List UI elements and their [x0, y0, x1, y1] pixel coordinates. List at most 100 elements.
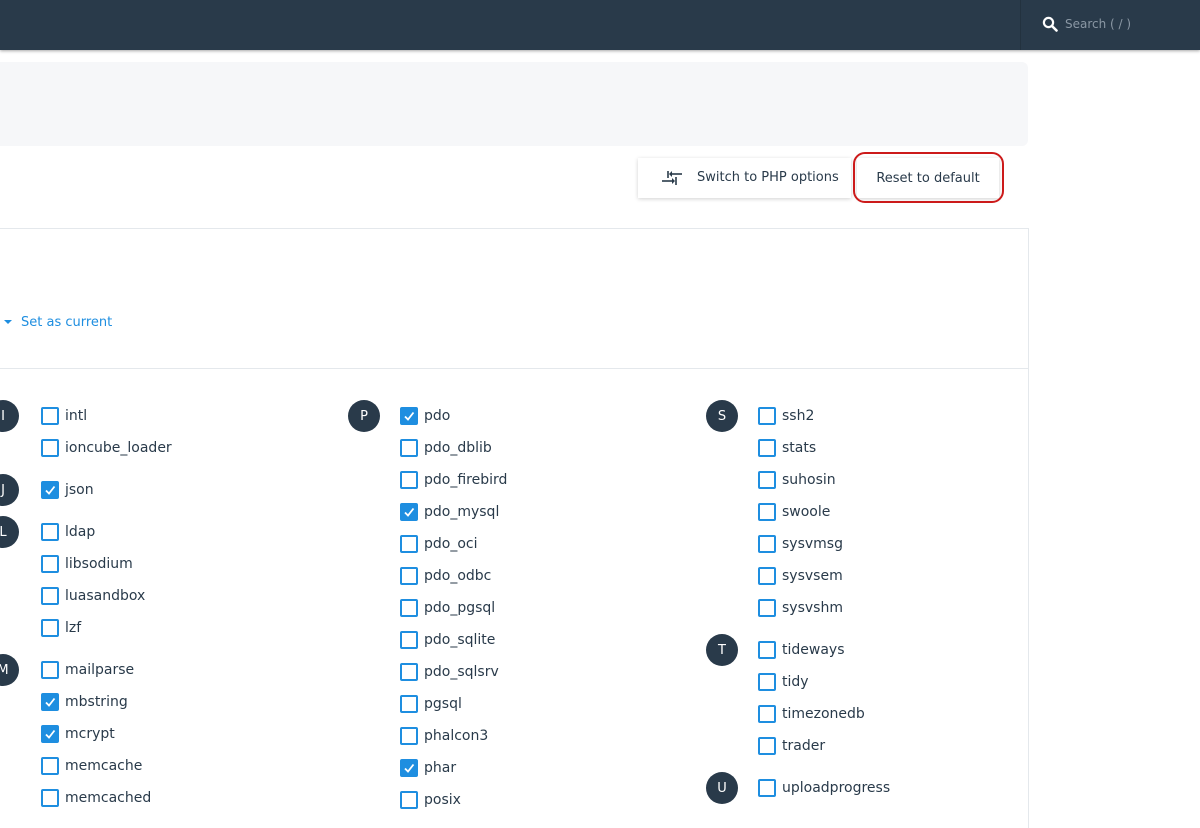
extension-suhosin[interactable]: suhosin [758, 471, 836, 489]
checkbox[interactable] [400, 791, 418, 809]
extension-stats[interactable]: stats [758, 439, 816, 457]
extension-label: pdo_oci [424, 536, 478, 552]
checkbox[interactable] [41, 587, 59, 605]
extension-ioncube-loader[interactable]: ioncube_loader [41, 439, 172, 457]
extension-pdo-firebird[interactable]: pdo_firebird [400, 471, 507, 489]
checkbox[interactable] [758, 673, 776, 691]
extension-label: pgsql [424, 696, 462, 712]
checkbox[interactable] [41, 439, 59, 457]
checkbox[interactable] [758, 779, 776, 797]
extension-label: luasandbox [65, 588, 146, 604]
extension-label: trader [782, 738, 826, 754]
extension-label: stats [782, 440, 817, 456]
extension-tideways[interactable]: tideways [758, 641, 845, 659]
extension-tidy[interactable]: tidy [758, 673, 809, 691]
panel-divider [0, 368, 1029, 369]
extension-sysvshm[interactable]: sysvshm [758, 599, 843, 617]
checkbox[interactable] [41, 661, 59, 679]
extension-mailparse[interactable]: mailparse [41, 661, 134, 679]
extension-pdo-dblib[interactable]: pdo_dblib [400, 439, 492, 457]
set-as-current-link[interactable]: Set as current [4, 313, 112, 331]
checkbox[interactable] [758, 439, 776, 457]
extension-mcrypt[interactable]: mcrypt [41, 725, 115, 743]
extension-label: pdo_dblib [424, 440, 492, 456]
extension-mbstring[interactable]: mbstring [41, 693, 128, 711]
checkbox[interactable] [758, 737, 776, 755]
extension-pdo-mysql[interactable]: pdo_mysql [400, 503, 499, 521]
extension-label: pdo_sqlite [424, 632, 496, 648]
checkbox[interactable] [400, 567, 418, 585]
extension-label: pdo_sqlsrv [424, 664, 499, 680]
checkbox[interactable] [400, 631, 418, 649]
reset-to-default-button[interactable]: Reset to default [857, 158, 999, 198]
checkbox[interactable] [41, 619, 59, 637]
extension-ssh2[interactable]: ssh2 [758, 407, 814, 425]
checkbox[interactable] [41, 523, 59, 541]
checkbox[interactable] [400, 471, 418, 489]
extension-memcache[interactable]: memcache [41, 757, 142, 775]
search-input[interactable] [1065, 14, 1195, 34]
switch-to-php-options-button[interactable]: Switch to PHP options [638, 158, 851, 198]
extension-sysvsem[interactable]: sysvsem [758, 567, 843, 585]
extension-label: ioncube_loader [65, 440, 172, 456]
extension-intl[interactable]: intl [41, 407, 87, 425]
extension-json[interactable]: json [41, 481, 94, 499]
checkbox[interactable] [758, 407, 776, 425]
checkbox[interactable] [41, 693, 59, 711]
extension-pdo-sqlite[interactable]: pdo_sqlite [400, 631, 495, 649]
extension-libsodium[interactable]: libsodium [41, 555, 133, 573]
info-panel [0, 62, 1028, 146]
checkbox[interactable] [758, 599, 776, 617]
checkbox[interactable] [758, 567, 776, 585]
search-box[interactable] [1020, 0, 1200, 50]
extension-pdo[interactable]: pdo [400, 407, 450, 425]
checkbox[interactable] [758, 535, 776, 553]
checkbox[interactable] [400, 535, 418, 553]
extension-label: lzf [65, 620, 82, 636]
extension-label: json [65, 482, 94, 498]
checkbox[interactable] [400, 439, 418, 457]
checkbox[interactable] [758, 471, 776, 489]
checkbox[interactable] [758, 503, 776, 521]
extension-phalcon3[interactable]: phalcon3 [400, 727, 488, 745]
extension-uploadprogress[interactable]: uploadprogress [758, 779, 890, 797]
checkbox[interactable] [41, 757, 59, 775]
extension-label: pdo_odbc [424, 568, 492, 584]
extension-timezonedb[interactable]: timezonedb [758, 705, 865, 723]
checkbox[interactable] [400, 407, 418, 425]
checkbox[interactable] [758, 705, 776, 723]
checkbox[interactable] [41, 789, 59, 807]
checkbox[interactable] [41, 555, 59, 573]
extension-sysvmsg[interactable]: sysvmsg [758, 535, 843, 553]
extension-pdo-oci[interactable]: pdo_oci [400, 535, 478, 553]
extension-label: phar [424, 760, 457, 776]
extension-trader[interactable]: trader [758, 737, 825, 755]
extension-pdo-sqlsrv[interactable]: pdo_sqlsrv [400, 663, 499, 681]
extension-label: sysvshm [782, 600, 843, 616]
checkbox[interactable] [41, 407, 59, 425]
extension-label: mailparse [65, 662, 135, 678]
checkbox[interactable] [400, 663, 418, 681]
set-as-current-label: Set as current [21, 314, 113, 330]
checkbox[interactable] [400, 759, 418, 777]
extension-memcached[interactable]: memcached [41, 789, 151, 807]
extension-pdo-odbc[interactable]: pdo_odbc [400, 567, 491, 585]
extension-pdo-pgsql[interactable]: pdo_pgsql [400, 599, 495, 617]
extension-label: ssh2 [782, 408, 815, 424]
checkbox[interactable] [41, 481, 59, 499]
checkbox[interactable] [758, 641, 776, 659]
extension-phar[interactable]: phar [400, 759, 456, 777]
checkbox[interactable] [400, 503, 418, 521]
checkbox[interactable] [400, 727, 418, 745]
checkbox[interactable] [400, 599, 418, 617]
extension-posix[interactable]: posix [400, 791, 461, 809]
extension-luasandbox[interactable]: luasandbox [41, 587, 145, 605]
extension-lzf[interactable]: lzf [41, 619, 81, 637]
extension-swoole[interactable]: swoole [758, 503, 830, 521]
checkbox[interactable] [41, 725, 59, 743]
extension-ldap[interactable]: ldap [41, 523, 95, 541]
extension-label: swoole [782, 504, 831, 520]
checkbox[interactable] [400, 695, 418, 713]
extension-pgsql[interactable]: pgsql [400, 695, 462, 713]
extension-label: sysvmsg [782, 536, 843, 552]
